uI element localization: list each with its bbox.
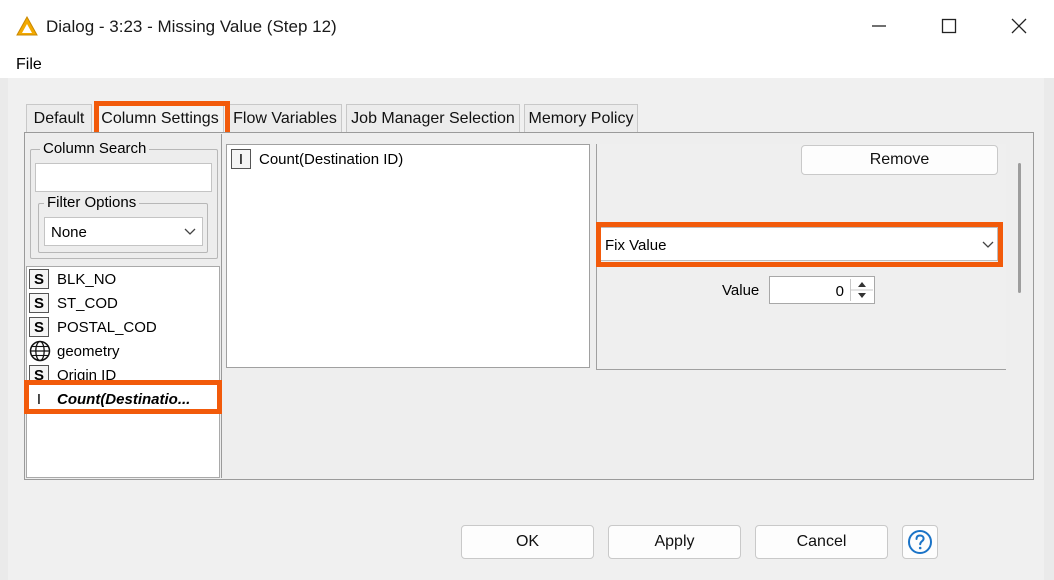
list-item[interactable]: I Count(Destination ID)	[229, 147, 403, 171]
list-item[interactable]: S ST_COD	[27, 291, 219, 315]
cancel-button[interactable]: Cancel	[755, 525, 888, 559]
selected-columns-list: I Count(Destination ID)	[226, 144, 590, 368]
background-strip	[0, 78, 8, 580]
menu-file[interactable]: File	[16, 56, 42, 74]
knime-warning-icon	[16, 16, 38, 36]
integer-type-icon: I	[231, 149, 251, 169]
minimize-button[interactable]	[844, 0, 914, 52]
help-icon	[908, 530, 932, 554]
column-search-label: Column Search	[40, 140, 150, 157]
window-title: Dialog - 3:23 - Missing Value (Step 12)	[46, 17, 337, 36]
globe-icon	[29, 340, 51, 362]
column-name: POSTAL_COD	[57, 318, 157, 336]
column-name: BLK_NO	[57, 270, 117, 288]
scrollbar[interactable]	[1018, 163, 1021, 293]
menu-bar: File	[0, 52, 1054, 78]
column-name: geometry	[57, 342, 120, 360]
list-item[interactable]: geometry	[27, 339, 219, 363]
list-item[interactable]: S BLK_NO	[27, 267, 219, 291]
chevron-down-icon	[184, 228, 196, 235]
tab-job-manager-selection[interactable]: Job Manager Selection	[346, 104, 520, 132]
spinner-buttons[interactable]	[850, 279, 873, 301]
highlight-selected-column	[24, 380, 222, 414]
column-search-input[interactable]	[35, 163, 212, 192]
close-icon	[1011, 18, 1027, 34]
filter-options-value: None	[51, 224, 87, 241]
title-bar: Dialog - 3:23 - Missing Value (Step 12)	[0, 0, 1054, 52]
value-field: 0	[835, 283, 844, 300]
remove-button[interactable]: Remove	[801, 145, 998, 175]
ok-button[interactable]: OK	[461, 525, 594, 559]
string-type-icon: S	[29, 293, 49, 313]
string-type-icon: S	[29, 269, 49, 289]
help-button[interactable]	[902, 525, 938, 559]
close-button[interactable]	[984, 0, 1054, 52]
value-label: Value	[722, 282, 760, 299]
highlight-method-select	[596, 222, 1003, 267]
maximize-icon	[941, 18, 957, 34]
apply-button[interactable]: Apply	[608, 525, 741, 559]
tab-default[interactable]: Default	[26, 104, 92, 132]
tab-flow-variables[interactable]: Flow Variables	[228, 104, 342, 132]
column-list: S BLK_NO S ST_COD S POSTAL_COD geometry …	[26, 266, 220, 478]
tab-memory-policy[interactable]: Memory Policy	[524, 104, 638, 132]
string-type-icon: S	[29, 317, 49, 337]
filter-options-label: Filter Options	[44, 194, 140, 211]
background-strip	[1044, 78, 1054, 580]
column-name: Count(Destination ID)	[259, 150, 404, 168]
maximize-button[interactable]	[914, 0, 984, 52]
value-spinner[interactable]: 0	[769, 276, 875, 304]
minimize-icon	[872, 25, 886, 27]
spinner-arrows-icon	[851, 282, 873, 298]
filter-options-select[interactable]: None	[44, 217, 203, 246]
column-name: ST_COD	[57, 294, 118, 312]
list-item[interactable]: S POSTAL_COD	[27, 315, 219, 339]
